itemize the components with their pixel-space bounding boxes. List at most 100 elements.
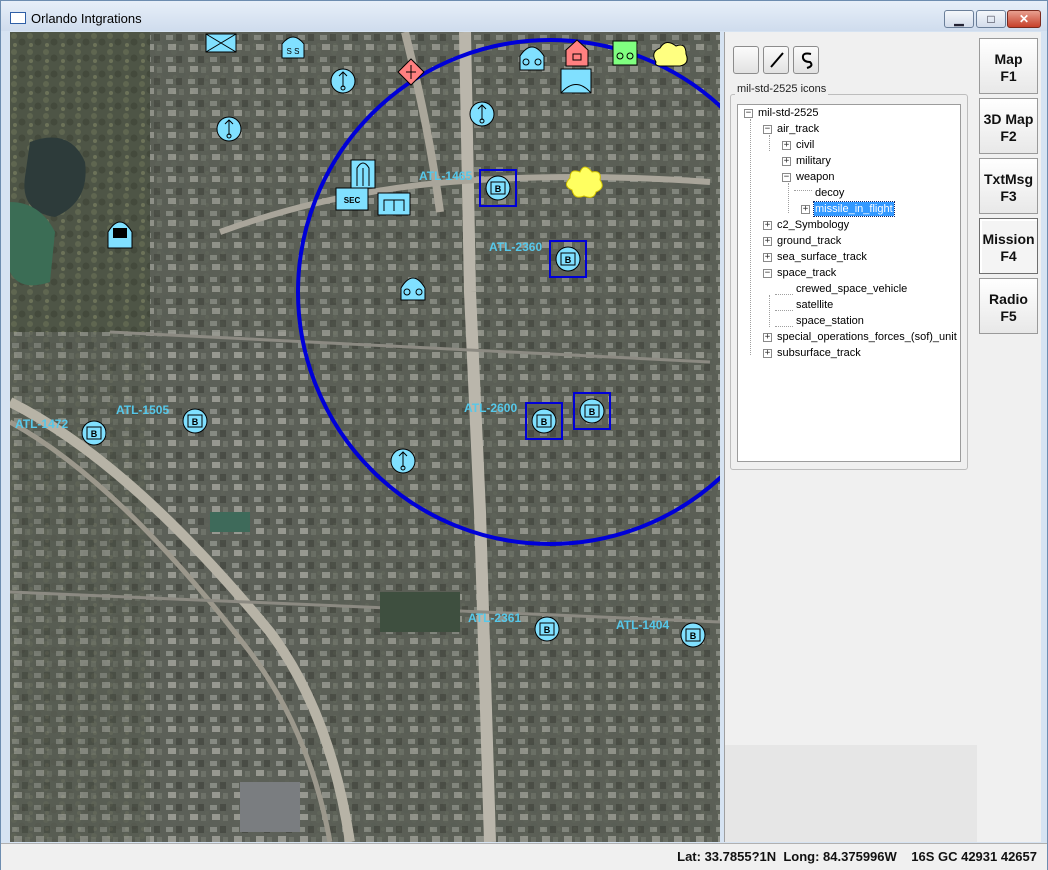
tree-node-military[interactable]: military [796,154,831,168]
tree-guide [769,135,770,151]
blank-tool-button[interactable] [733,46,759,74]
minimize-icon: ▁ [954,12,964,26]
track-symbol-atl-2360[interactable]: B [555,246,581,272]
tree-guide [788,183,789,213]
line-tool-button[interactable] [763,46,789,74]
collapse-icon[interactable]: − [744,109,753,118]
tree-node-space-station[interactable]: space_station [796,314,864,328]
title-bar[interactable]: Orlando Intgrations ▁ □ ✕ [1,1,1047,31]
track-symbol-unlabelled[interactable]: B [579,398,605,424]
expand-icon[interactable]: + [782,141,791,150]
maximize-button[interactable]: □ [976,10,1006,28]
app-window: Orlando Intgrations ▁ □ ✕ S S SEC B B B … [0,0,1048,870]
tab-txtmsg[interactable]: TxtMsg F3 [979,158,1038,214]
window-title: Orlando Intgrations [31,11,142,26]
track-symbol-letter: B [565,255,572,265]
tree-node-ground-track[interactable]: ground_track [777,234,841,248]
track-symbol-letter: B [495,184,502,194]
expand-icon[interactable]: + [763,221,772,230]
tree-node-c2-symbology[interactable]: c2_Symbology [777,218,849,232]
curve-tool-icon [801,52,813,69]
tab-label: Mission [982,231,1035,247]
symbol-sec[interactable]: SEC [335,187,369,211]
symbol-sos-top[interactable]: S S [281,36,305,59]
expand-icon[interactable]: + [763,253,772,262]
tree-node-satellite[interactable]: satellite [796,298,833,312]
track-label: ATL-2600 [464,401,518,415]
track-symbol-atl-1505[interactable]: B [182,408,208,434]
symbol-envelope-top[interactable] [205,33,237,53]
tab-mission[interactable]: Mission F4 [979,218,1038,274]
close-icon: ✕ [1018,12,1030,26]
tree-node-crewed-space-vehicle[interactable]: crewed_space_vehicle [796,282,907,296]
tab-label: Map [994,51,1023,67]
tab-label: Radio [989,291,1028,307]
tree-node-space-track[interactable]: space_track [777,266,836,280]
track-symbol-atl-2361[interactable]: B [534,616,560,642]
minimize-button[interactable]: ▁ [944,10,974,28]
expand-icon[interactable]: + [763,349,772,358]
symbol-tower[interactable] [350,159,376,189]
track-label: ATL-1505 [116,403,170,417]
tab-shortcut: F5 [1000,308,1017,324]
status-bar: Lat: 33.7855?1N Long: 84.375996W 16S GC … [1,843,1047,870]
tree-node-sea-surface-track[interactable]: sea_surface_track [777,250,867,264]
curve-tool-button[interactable] [793,46,819,74]
tree-guide [794,190,812,191]
map-imagery: S S SEC BBBB BBBB [10,32,720,842]
tree-guide [769,295,770,327]
tree-node-air-track[interactable]: air_track [777,122,819,136]
tree-node-civil[interactable]: civil [796,138,814,152]
satellite-map-view[interactable]: S S SEC B B B B B B B B ATL-1465 ATL-236… [10,32,720,842]
tab-label: 3D Map [983,111,1034,127]
tree-guide [750,119,751,355]
track-label: ATL-2361 [468,611,522,625]
panel-empty-area [725,745,977,842]
tab-label: TxtMsg [984,171,1033,187]
close-button[interactable]: ✕ [1007,10,1041,28]
tree-guide [775,294,793,295]
tree-node-subsurface-track[interactable]: subsurface_track [777,346,861,360]
tab-map[interactable]: Map F1 [979,38,1038,94]
track-label: ATL-1404 [616,618,670,632]
tree-guide [775,326,793,327]
icons-group-title: mil-std-2525 icons [735,83,829,95]
tab-shortcut: F1 [1000,68,1017,84]
symbol-weapon-pin-4[interactable] [390,448,416,474]
track-label: ATL-1472 [15,417,69,431]
expand-icon[interactable]: + [801,205,810,214]
tab-shortcut: F3 [1000,188,1017,204]
icon-tree-view[interactable]: − mil-std-2525 − air_track + civil + mil… [737,104,961,462]
tree-node-root[interactable]: mil-std-2525 [758,106,819,120]
collapse-icon[interactable]: − [763,269,772,278]
tab-3d-map[interactable]: 3D Map F2 [979,98,1038,154]
track-symbol-atl-1472[interactable]: B [81,420,107,446]
expand-icon[interactable]: + [763,333,772,342]
track-symbol-atl-1404[interactable]: B [680,622,706,648]
tree-node-decoy[interactable]: decoy [815,186,844,200]
symbol-weapon-pin-1[interactable] [330,68,356,94]
cursor-coordinates: Lat: 33.7855?1N Long: 84.375996W 16S GC … [677,849,1037,864]
collapse-icon[interactable]: − [782,173,791,182]
symbol-friendly-square[interactable] [612,40,638,66]
mil-std-icons-panel: mil-std-2525 icons − mil-std-2525 − air_… [724,32,977,842]
svg-text:SEC: SEC [344,196,361,205]
expand-icon[interactable]: + [782,157,791,166]
symbol-gate[interactable] [377,192,411,216]
collapse-icon[interactable]: − [763,125,772,134]
app-window-icon [10,12,26,24]
expand-icon[interactable]: + [763,237,772,246]
symbol-arch[interactable] [560,68,592,94]
tree-node-missile-in-flight[interactable]: missile_in_flight [813,201,895,217]
maximize-icon: □ [987,12,995,26]
symbol-weapon-pin-3[interactable] [469,101,495,127]
symbol-weapon-pin-2[interactable] [216,116,242,142]
tree-node-weapon[interactable]: weapon [796,170,835,184]
tree-node-sof-unit[interactable]: special_operations_forces_(sof)_unit [777,330,957,344]
track-symbol-letter: B [541,417,548,427]
tab-radio[interactable]: Radio F5 [979,278,1038,334]
track-symbol-letter: B [690,631,697,641]
svg-text:S S: S S [287,47,300,56]
track-symbol-atl-2600[interactable]: B [531,408,557,434]
track-symbol-atl-1465[interactable]: B [485,175,511,201]
